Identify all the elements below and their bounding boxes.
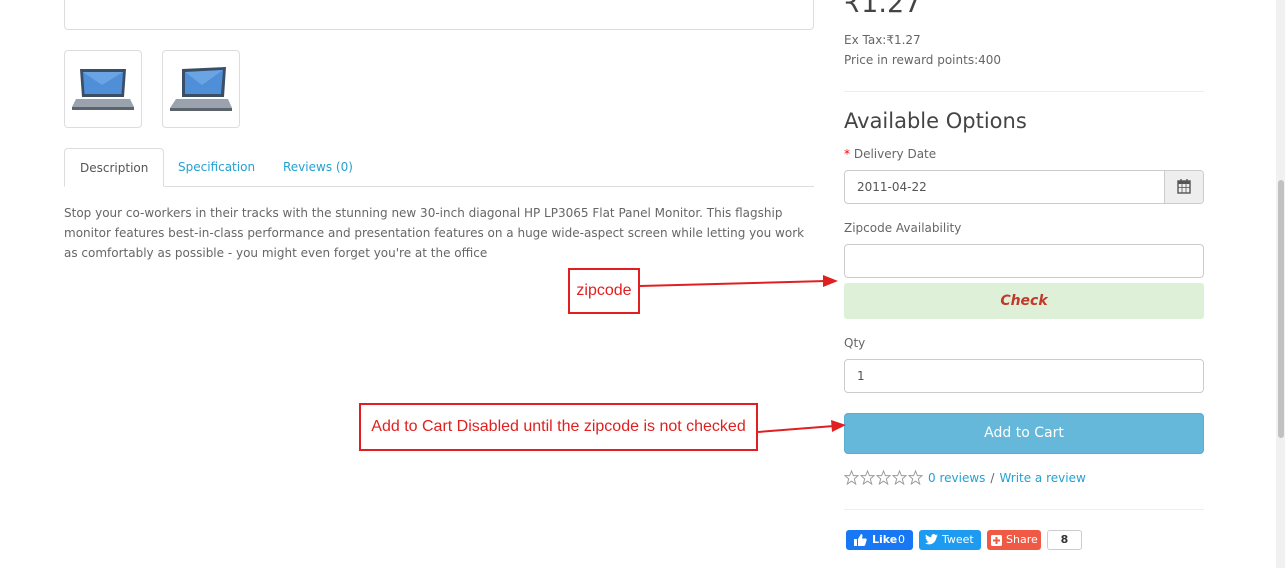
- annotation-arrows: [639, 275, 846, 433]
- zipcode-arrowhead: [823, 275, 838, 287]
- scrollbar-thumb[interactable]: [1278, 180, 1284, 438]
- zipcode-arrow-line: [639, 280, 827, 287]
- cart-arrowhead: [831, 420, 846, 432]
- cart-arrow-line: [757, 425, 835, 433]
